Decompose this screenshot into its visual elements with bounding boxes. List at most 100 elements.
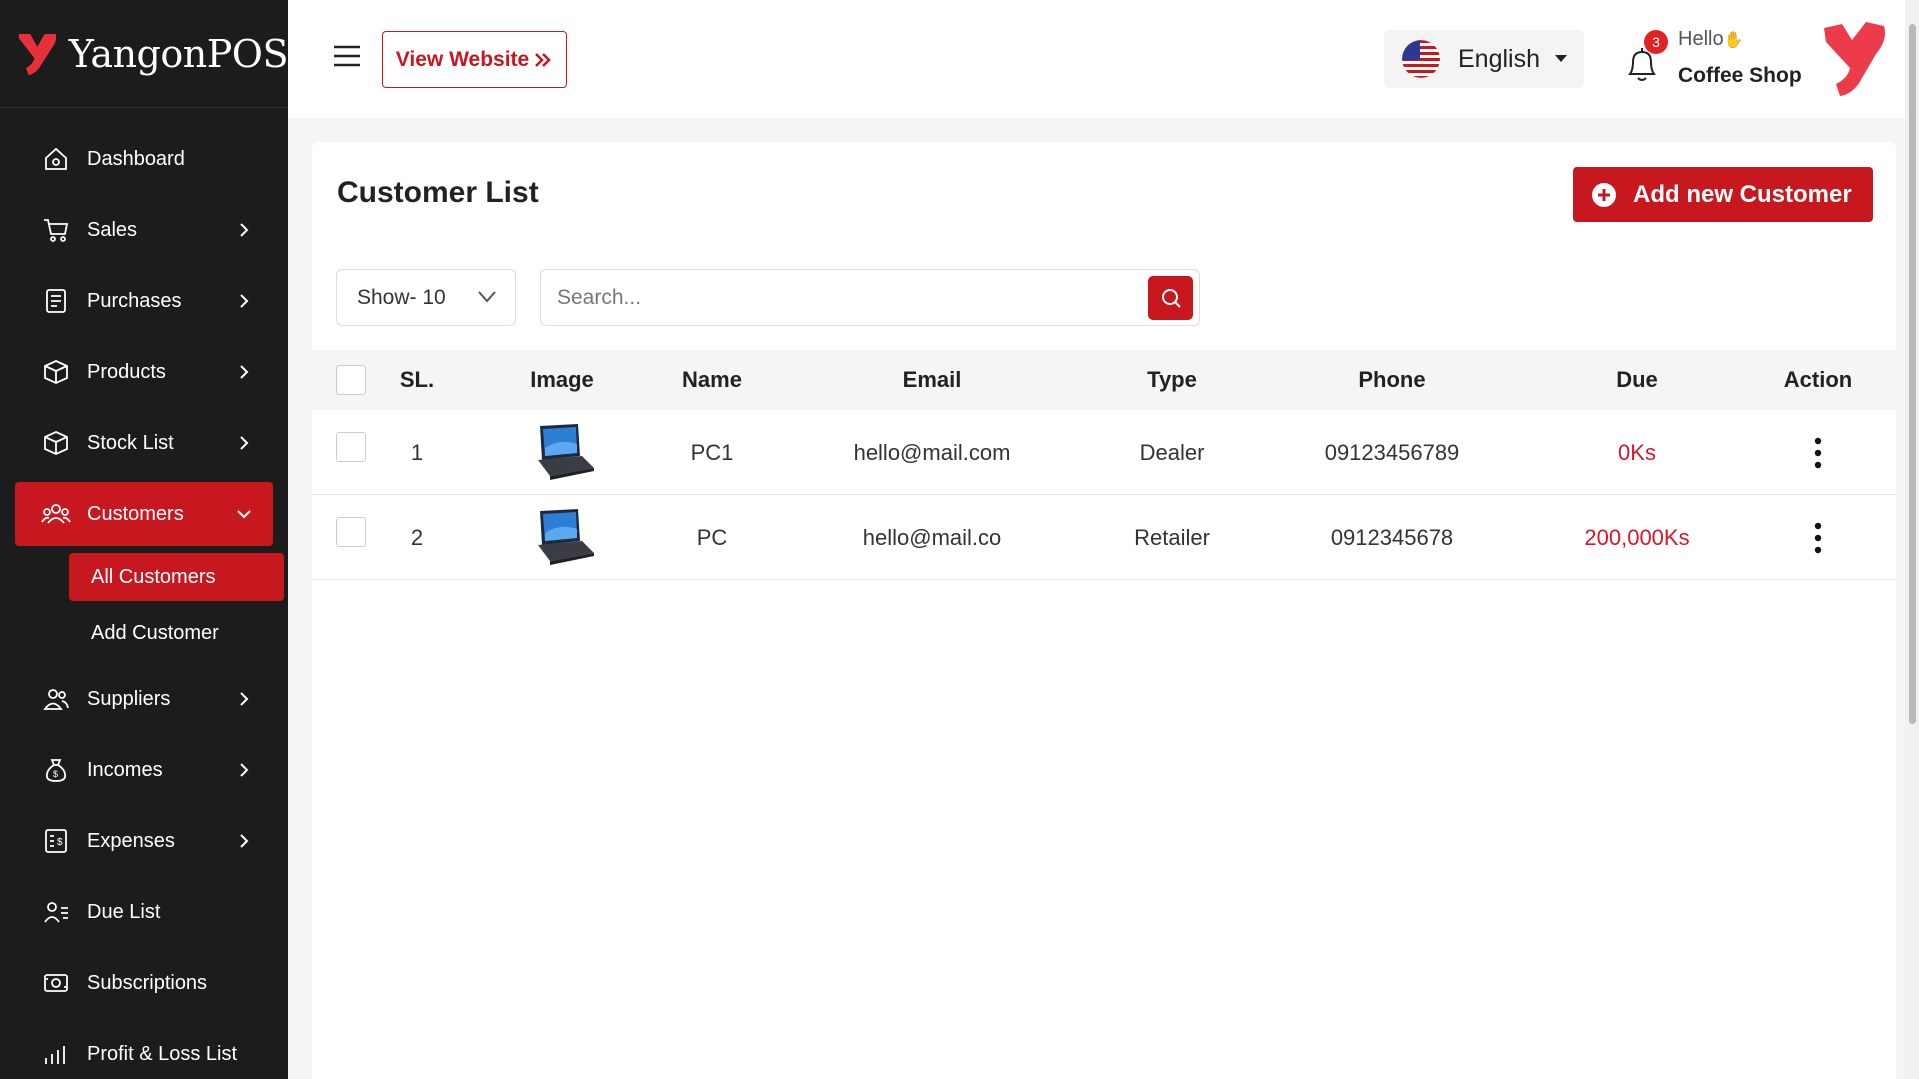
chevron-right-icon xyxy=(240,763,249,777)
cell-due: 0Ks xyxy=(1618,440,1656,465)
more-vertical-icon[interactable] xyxy=(1812,521,1824,555)
row-checkbox[interactable] xyxy=(336,517,366,547)
cell-due: 200,000Ks xyxy=(1584,525,1690,550)
box-icon xyxy=(41,357,71,387)
users-icon xyxy=(41,684,71,714)
sidebar-item-label: Dashboard xyxy=(87,147,185,170)
search-input[interactable] xyxy=(541,270,1101,325)
receipt-icon: $ xyxy=(41,826,71,856)
submenu-item-add-customer[interactable]: Add Customer xyxy=(69,609,284,657)
sidebar-item-products[interactable]: Products xyxy=(15,340,273,404)
money-bag-icon: $ xyxy=(41,755,71,785)
cell-email: hello@mail.co xyxy=(862,525,1002,550)
sidebar-item-label: Products xyxy=(87,360,166,383)
column-header-due: Due xyxy=(1616,367,1658,392)
column-header-phone: Phone xyxy=(1358,367,1426,392)
cell-phone: 0912345678 xyxy=(1330,525,1454,550)
column-header-action: Action xyxy=(1783,367,1853,392)
hamburger-menu-icon[interactable] xyxy=(333,45,361,67)
double-chevron-right-icon xyxy=(535,52,552,67)
brand-logo-icon xyxy=(18,33,57,75)
plus-circle-icon xyxy=(1592,182,1616,207)
wave-hand-icon: ✋ xyxy=(1723,32,1744,49)
sidebar-item-profit-loss-list[interactable]: Profit & Loss List xyxy=(15,1022,273,1079)
sidebar-item-expenses[interactable]: $ Expenses xyxy=(15,809,273,873)
customers-submenu: All Customers Add Customer xyxy=(0,553,288,657)
sidebar-item-label: Expenses xyxy=(87,829,175,852)
chevron-right-icon xyxy=(240,436,249,450)
cell-type: Retailer xyxy=(1134,525,1210,550)
search-icon xyxy=(1161,289,1181,308)
row-checkbox[interactable] xyxy=(336,432,366,462)
sidebar-item-purchases[interactable]: Purchases xyxy=(15,269,273,333)
logo-bar[interactable]: YangonPOS xyxy=(0,0,289,108)
avatar[interactable] xyxy=(1818,20,1888,98)
language-selector[interactable]: English xyxy=(1384,30,1584,88)
table-row[interactable]: 1 PC1 hello@mail.com Dealer 09123456789 … xyxy=(312,410,1896,495)
laptop-image xyxy=(538,424,594,480)
sidebar-item-due-list[interactable]: Due List xyxy=(15,880,273,944)
sidebar-item-dashboard[interactable]: Dashboard xyxy=(15,127,273,191)
svg-text:$: $ xyxy=(53,769,58,779)
top-header: View Website English 3 Hello✋ Coffee Sho… xyxy=(288,0,1919,118)
sidebar-item-subscriptions[interactable]: Subscriptions xyxy=(15,951,273,1015)
sidebar: YangonPOS Dashboard Sales Purchases Prod… xyxy=(0,0,289,1079)
page-size-label: Show- 10 xyxy=(357,285,446,309)
user-list-icon xyxy=(41,897,71,927)
svg-text:$: $ xyxy=(57,837,63,848)
scrollbar-thumb[interactable] xyxy=(1909,24,1916,724)
sidebar-item-label: Subscriptions xyxy=(87,971,208,994)
box-icon xyxy=(41,428,71,458)
chevron-down-icon xyxy=(478,291,496,303)
users-icon xyxy=(41,499,71,529)
chevron-right-icon xyxy=(240,223,249,237)
customers-table: SL. Image Name Email Type Phone Due Acti… xyxy=(312,350,1896,580)
caret-down-icon xyxy=(1555,55,1567,62)
cell-email: hello@mail.com xyxy=(853,440,1011,465)
customer-list-card: Customer List Add new Customer Show- 10 … xyxy=(312,142,1896,1079)
column-header-image: Image xyxy=(530,367,594,392)
chart-icon xyxy=(41,1039,71,1069)
shop-name: Coffee Shop xyxy=(1678,64,1802,87)
language-label: English xyxy=(1458,44,1540,73)
column-header-sl: SL. xyxy=(399,367,435,392)
cell-type: Dealer xyxy=(1139,440,1205,465)
sidebar-item-label: Customers xyxy=(87,502,184,525)
table-header: SL. Image Name Email Type Phone Due Acti… xyxy=(312,350,1896,410)
cell-sl: 1 xyxy=(410,440,424,465)
view-website-label: View Website xyxy=(395,47,530,71)
column-header-name: Name xyxy=(682,367,742,392)
receipt-icon xyxy=(41,286,71,316)
column-header-type: Type xyxy=(1147,367,1197,392)
view-website-button[interactable]: View Website xyxy=(382,31,567,88)
add-new-customer-label: Add new Customer xyxy=(1633,180,1852,208)
sidebar-item-sales[interactable]: Sales xyxy=(15,198,273,262)
search-button[interactable] xyxy=(1148,276,1193,320)
submenu-item-all-customers[interactable]: All Customers xyxy=(69,553,284,601)
add-new-customer-button[interactable]: Add new Customer xyxy=(1573,167,1873,222)
page-size-select[interactable]: Show- 10 xyxy=(336,269,516,326)
sidebar-item-label: Due List xyxy=(87,900,161,923)
page-scrollbar[interactable] xyxy=(1905,0,1919,1079)
home-icon xyxy=(41,144,71,174)
chevron-right-icon xyxy=(240,692,249,706)
sidebar-item-label: Sales xyxy=(87,218,138,241)
sidebar-menu: Dashboard Sales Purchases Products Stock… xyxy=(0,127,288,1079)
sidebar-item-stock-list[interactable]: Stock List xyxy=(15,411,273,475)
select-all-checkbox[interactable] xyxy=(336,365,366,395)
greeting-text: Hello✋ xyxy=(1678,28,1744,51)
brand-name: YangonPOS xyxy=(68,31,289,76)
table-row[interactable]: 2 PC hello@mail.co Retailer 0912345678 2… xyxy=(312,495,1896,580)
cell-sl: 2 xyxy=(410,525,424,550)
subscription-icon xyxy=(41,968,71,998)
more-vertical-icon[interactable] xyxy=(1812,436,1824,470)
chevron-right-icon xyxy=(240,834,249,848)
greeting-label: Hello xyxy=(1678,28,1724,50)
column-header-email: Email xyxy=(902,367,962,392)
sidebar-item-suppliers[interactable]: Suppliers xyxy=(15,667,273,731)
chevron-right-icon xyxy=(240,365,249,379)
page-title: Customer List xyxy=(337,176,539,209)
sidebar-item-incomes[interactable]: $ Incomes xyxy=(15,738,273,802)
sidebar-item-customers[interactable]: Customers xyxy=(15,482,273,546)
sidebar-item-label: Purchases xyxy=(87,289,182,312)
